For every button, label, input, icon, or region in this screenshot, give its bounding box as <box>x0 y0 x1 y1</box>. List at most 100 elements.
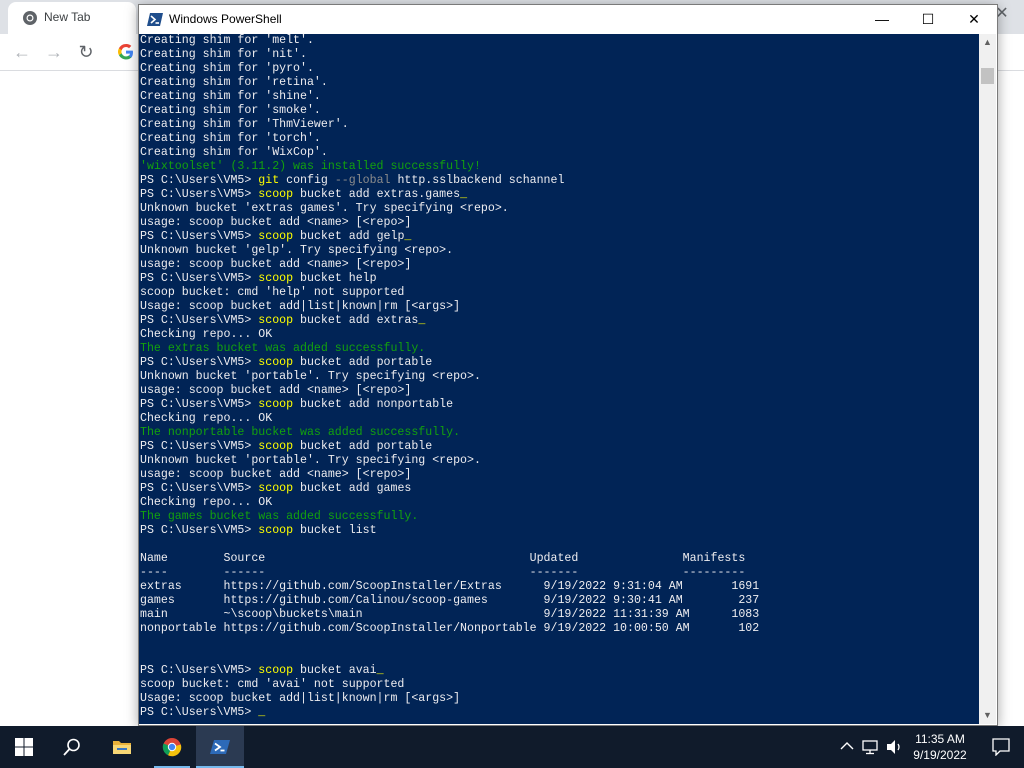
console-segment: Creating shim for 'torch'. <box>140 132 321 145</box>
console-segment: Usage: scoop bucket add|list|known|rm [<… <box>140 692 461 705</box>
console-segment: Unknown bucket 'portable'. Try specifyin… <box>140 454 481 467</box>
windows-logo-icon <box>15 738 33 756</box>
console-line: Creating shim for 'pyro'. <box>140 62 979 76</box>
console-segment: git <box>258 174 280 187</box>
console-line: Checking repo... OK <box>140 496 979 510</box>
start-button[interactable] <box>0 726 48 768</box>
console-line: Creating shim for 'melt'. <box>140 34 979 48</box>
chrome-tab-title: New Tab <box>44 10 91 24</box>
console-line: Name Source Updated Manifests <box>140 552 979 566</box>
scroll-thumb[interactable] <box>981 68 994 84</box>
console-segment: _ <box>376 664 384 677</box>
console-segment: games https://github.com/Calinou/scoop-g… <box>140 594 760 607</box>
console-segment: bucket add extras <box>293 314 419 327</box>
console-line: extras https://github.com/ScoopInstaller… <box>140 580 979 594</box>
console-line: PS C:\Users\VM5> scoop bucket add extras… <box>140 188 979 202</box>
minimize-icon[interactable]: — <box>859 5 905 34</box>
vertical-scrollbar[interactable]: ▲ ▼ <box>979 34 996 724</box>
console-segment: scoop bucket: cmd 'help' not supported <box>140 286 405 299</box>
console-line: main ~\scoop\buckets\main 9/19/2022 11:3… <box>140 608 979 622</box>
clock-date: 9/19/2022 <box>913 748 967 762</box>
console-segment: Creating shim for 'ThmViewer'. <box>140 118 349 131</box>
console-segment: scoop <box>258 230 294 243</box>
console-segment: Name Source Updated Manifests <box>140 552 746 565</box>
powershell-titlebar[interactable]: Windows PowerShell — ☐ ✕ <box>139 5 997 34</box>
console-segment: scoop <box>258 524 294 537</box>
console-segment: Creating shim for 'retina'. <box>140 76 328 89</box>
console-segment: bucket add games <box>293 482 412 495</box>
network-icon[interactable] <box>860 726 880 768</box>
console-segment: bucket avai <box>293 664 377 677</box>
action-center-icon[interactable] <box>980 726 1024 768</box>
console-segment: usage: scoop bucket add <name> [<repo>] <box>140 468 412 481</box>
console-text: Creating shim for 'melt'. Creating shim f… <box>139 34 979 720</box>
console-line: 'wixtoolset' (3.11.2) was installed succ… <box>140 160 979 174</box>
scroll-up-icon[interactable]: ▲ <box>979 34 996 51</box>
chrome-tab-new-tab[interactable]: New Tab <box>8 2 136 34</box>
console-segment: --global <box>334 174 391 187</box>
console-segment: PS C:\Users\VM5> <box>140 272 259 285</box>
console-segment: scoop <box>258 356 294 369</box>
console-segment: PS C:\Users\VM5> <box>140 398 259 411</box>
console-line: scoop bucket: cmd 'help' not supported <box>140 286 979 300</box>
console-segment: Creating shim for 'smoke'. <box>140 104 321 117</box>
console-segment: bucket add portable <box>293 440 433 453</box>
console-segment: PS C:\Users\VM5> <box>140 230 259 243</box>
console-line: Unknown bucket 'portable'. Try specifyin… <box>140 454 979 468</box>
taskbar-powershell[interactable] <box>196 726 244 768</box>
taskbar-chrome[interactable] <box>148 726 196 768</box>
console-segment: Checking repo... OK <box>140 496 273 509</box>
console-segment: scoop <box>258 398 294 411</box>
console-segment: Checking repo... OK <box>140 328 273 341</box>
console-segment: Creating shim for 'nit'. <box>140 48 307 61</box>
window-title: Windows PowerShell <box>169 12 282 26</box>
console-line: PS C:\Users\VM5> scoop bucket add gelp_ <box>140 230 979 244</box>
maximize-icon[interactable]: ☐ <box>905 5 951 34</box>
back-arrow-icon[interactable]: ← <box>10 40 34 64</box>
console-segment: scoop <box>258 482 294 495</box>
powershell-icon <box>147 13 163 26</box>
taskbar-search[interactable] <box>48 726 96 768</box>
console-segment: The extras bucket was added successfully… <box>140 342 426 355</box>
forward-arrow-icon[interactable]: → <box>42 40 66 64</box>
console-segment: usage: scoop bucket add <name> [<repo>] <box>140 384 412 397</box>
console-segment: ---- ------ ------- --------- <box>140 566 746 579</box>
console-segment: scoop <box>258 440 294 453</box>
console-line: Checking repo... OK <box>140 412 979 426</box>
console-segment: scoop <box>258 188 294 201</box>
console-line: The games bucket was added successfully. <box>140 510 979 524</box>
taskbar-clock[interactable]: 11:35 AM 9/19/2022 <box>906 731 974 763</box>
console-segment: Unknown bucket 'portable'. Try specifyin… <box>140 370 481 383</box>
taskbar-file-explorer[interactable] <box>98 726 146 768</box>
console-line: Creating shim for 'shine'. <box>140 90 979 104</box>
console-line: PS C:\Users\VM5> scoop bucket list <box>140 524 979 538</box>
console-segment: 'wixtoolset' (3.11.2) was installed succ… <box>140 160 481 173</box>
console-line: PS C:\Users\VM5> scoop bucket avai_ <box>140 664 979 678</box>
reload-icon[interactable]: ↻ <box>74 40 98 64</box>
console-segment: Creating shim for 'melt'. <box>140 34 314 47</box>
console-line: Usage: scoop bucket add|list|known|rm [<… <box>140 300 979 314</box>
console-segment: bucket add extras.games <box>293 188 461 201</box>
console-segment: scoop <box>258 314 294 327</box>
powershell-icon <box>210 740 230 754</box>
console-segment: PS C:\Users\VM5> <box>140 174 259 187</box>
volume-icon[interactable] <box>884 726 904 768</box>
console-segment: bucket list <box>293 524 377 537</box>
console-line: PS C:\Users\VM5> scoop bucket add games <box>140 482 979 496</box>
chrome-logo-icon <box>162 738 182 757</box>
chrome-logo-icon <box>23 11 37 25</box>
console-segment: Creating shim for 'pyro'. <box>140 62 314 75</box>
console-line: games https://github.com/Calinou/scoop-g… <box>140 594 979 608</box>
console-segment: _ <box>418 314 426 327</box>
tray-overflow-chevron-icon[interactable] <box>838 726 856 768</box>
console-line: Unknown bucket 'portable'. Try specifyin… <box>140 370 979 384</box>
close-icon[interactable]: ✕ <box>951 5 997 34</box>
console-line: nonportable https://github.com/ScoopInst… <box>140 622 979 636</box>
scroll-down-icon[interactable]: ▼ <box>979 707 996 724</box>
console-line: Checking repo... OK <box>140 328 979 342</box>
console-output[interactable]: Creating shim for 'melt'. Creating shim f… <box>139 34 979 724</box>
console-line: usage: scoop bucket add <name> [<repo>] <box>140 468 979 482</box>
